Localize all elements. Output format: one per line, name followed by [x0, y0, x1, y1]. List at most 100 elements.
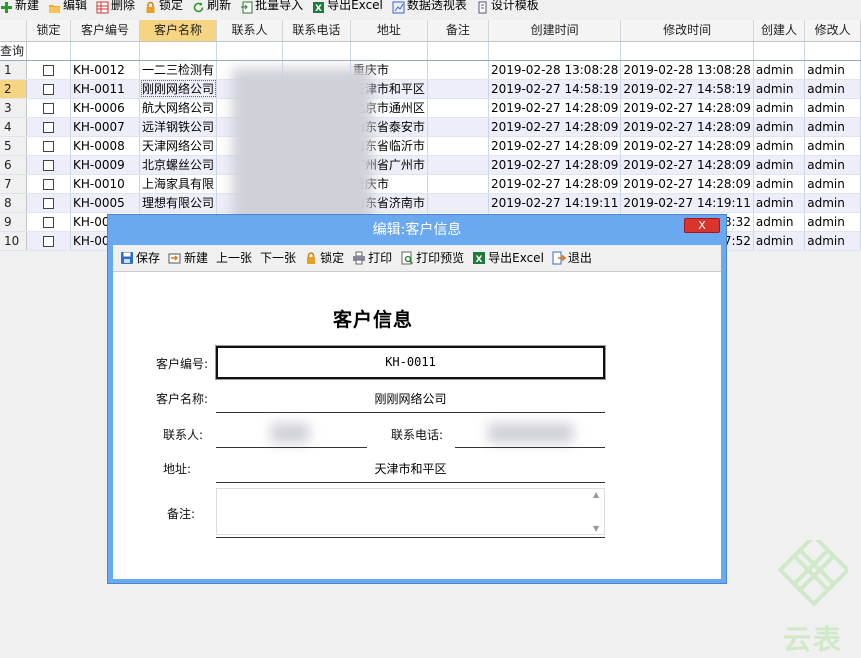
- save-button[interactable]: 保存: [120, 248, 160, 268]
- cell-creator[interactable]: admin: [753, 174, 806, 194]
- lock-cell[interactable]: [26, 136, 71, 156]
- cell-creator[interactable]: admin: [753, 98, 806, 118]
- cell-creator[interactable]: admin: [753, 231, 806, 251]
- lock-cell[interactable]: [26, 60, 71, 80]
- lock-checkbox[interactable]: [42, 197, 54, 209]
- cell-modifier[interactable]: admin: [804, 231, 861, 251]
- lock-cell[interactable]: [26, 79, 71, 99]
- cell-remark[interactable]: [427, 174, 489, 194]
- cell-creator[interactable]: admin: [753, 60, 806, 80]
- col-header-modifier[interactable]: 修改人: [804, 20, 861, 42]
- cell-name[interactable]: 北京螺丝公司: [139, 155, 218, 175]
- cell-modified[interactable]: 2019-02-27 14:28:09: [620, 117, 754, 137]
- cell-modifier[interactable]: admin: [804, 98, 861, 118]
- cell-creator[interactable]: admin: [753, 193, 806, 213]
- cell-name[interactable]: 理想有限公司: [139, 193, 218, 213]
- lock-button[interactable]: 锁定: [304, 248, 344, 268]
- col-header-contact[interactable]: 联系人: [216, 20, 283, 42]
- cell-modified[interactable]: 2019-02-27 14:28:09: [620, 174, 754, 194]
- cell-code[interactable]: KH-0011: [70, 79, 141, 99]
- query-cell[interactable]: [427, 41, 489, 61]
- query-cell[interactable]: [488, 41, 622, 61]
- cell-creator[interactable]: admin: [753, 79, 806, 99]
- address-value[interactable]: 天津市和平区: [216, 460, 605, 477]
- table-row[interactable]: 4 KH-0007 远洋钢铁公司 山东省泰安市 2019-02-27 14:28…: [0, 117, 861, 137]
- query-cell[interactable]: [70, 41, 141, 61]
- col-header-remark[interactable]: 备注: [427, 20, 489, 42]
- cell-code[interactable]: KH-0009: [70, 155, 141, 175]
- query-cell[interactable]: [753, 41, 806, 61]
- cell-created[interactable]: 2019-02-27 14:28:09: [488, 174, 622, 194]
- scroll-up-icon[interactable]: ▲: [593, 490, 602, 499]
- cell-created[interactable]: 2019-02-27 14:19:11: [488, 193, 622, 213]
- cell-code[interactable]: KH-0007: [70, 117, 141, 137]
- cell-remark[interactable]: [427, 60, 489, 80]
- cell-modified[interactable]: 2019-02-27 14:28:09: [620, 155, 754, 175]
- cell-code[interactable]: KH-0006: [70, 98, 141, 118]
- code-field[interactable]: KH-0011: [216, 346, 605, 379]
- new-button[interactable]: 新建: [168, 248, 208, 268]
- cell-created[interactable]: 2019-02-27 14:28:09: [488, 155, 622, 175]
- cell-remark[interactable]: [427, 136, 489, 156]
- cell-remark[interactable]: [427, 98, 489, 118]
- query-cell[interactable]: [139, 41, 218, 61]
- cell-name[interactable]: 远洋钢铁公司: [139, 117, 218, 137]
- new-button[interactable]: 新建: [0, 0, 39, 14]
- export-excel-button[interactable]: X 导出Excel: [472, 248, 544, 268]
- cell-code[interactable]: KH-0012: [70, 60, 141, 80]
- table-row[interactable]: 8 KH-0005 理想有限公司 山东省济南市 2019-02-27 14:19…: [0, 193, 861, 213]
- cell-remark[interactable]: [427, 155, 489, 175]
- table-row[interactable]: 1 KH-0012 一二三检测有 重庆市 2019-02-28 13:08:28…: [0, 60, 861, 80]
- col-header-code[interactable]: 客户编号: [70, 20, 141, 42]
- lock-cell[interactable]: [26, 193, 71, 213]
- cell-code[interactable]: KH-0008: [70, 136, 141, 156]
- close-button[interactable]: X: [684, 218, 720, 233]
- cell-created[interactable]: 2019-02-27 14:28:09: [488, 117, 622, 137]
- design-template-button[interactable]: 设计模板: [476, 0, 539, 14]
- lock-cell[interactable]: [26, 231, 71, 251]
- cell-modifier[interactable]: admin: [804, 60, 861, 80]
- table-row[interactable]: 3 KH-0006 航大网络公司 北京市通州区 2019-02-27 14:28…: [0, 98, 861, 118]
- cell-creator[interactable]: admin: [753, 212, 806, 232]
- lock-cell[interactable]: [26, 117, 71, 137]
- col-header-modified[interactable]: 修改时间: [620, 20, 754, 42]
- lock-checkbox[interactable]: [42, 159, 54, 171]
- scroll-down-icon[interactable]: ▼: [593, 524, 602, 533]
- exit-button[interactable]: 退出: [552, 248, 592, 268]
- print-button[interactable]: 打印: [352, 248, 392, 268]
- lock-checkbox[interactable]: [42, 64, 54, 76]
- lock-checkbox[interactable]: [42, 102, 54, 114]
- cell-name[interactable]: 上海家具有限: [139, 174, 218, 194]
- cell-modified[interactable]: 2019-02-28 13:08:28: [620, 60, 754, 80]
- table-row[interactable]: 6 KH-0009 北京螺丝公司 广州省广州市 2019-02-27 14:28…: [0, 155, 861, 175]
- cell-modifier[interactable]: admin: [804, 117, 861, 137]
- cell-modified[interactable]: 2019-02-27 14:28:09: [620, 136, 754, 156]
- col-header-address[interactable]: 地址: [350, 20, 428, 42]
- cell-remark[interactable]: [427, 79, 489, 99]
- table-row[interactable]: 5 KH-0008 天津网络公司 山东省临沂市 2019-02-27 14:28…: [0, 136, 861, 156]
- cell-remark[interactable]: [427, 117, 489, 137]
- table-row[interactable]: 2 KH-0011 刚刚网络公司 天津市和平区 2019-02-27 14:58…: [0, 79, 861, 99]
- lock-checkbox[interactable]: [42, 140, 54, 152]
- cell-modified[interactable]: 2019-02-27 14:19:11: [620, 193, 754, 213]
- cell-created[interactable]: 2019-02-27 14:58:19: [488, 79, 622, 99]
- next-button[interactable]: 下一张: [260, 248, 296, 268]
- col-header-creator[interactable]: 创建人: [753, 20, 806, 42]
- cell-modified[interactable]: 2019-02-27 14:58:19: [620, 79, 754, 99]
- cell-modifier[interactable]: admin: [804, 155, 861, 175]
- cell-name[interactable]: 天津网络公司: [139, 136, 218, 156]
- cell-modifier[interactable]: admin: [804, 212, 861, 232]
- cell-created[interactable]: 2019-02-27 14:28:09: [488, 136, 622, 156]
- lock-cell[interactable]: [26, 98, 71, 118]
- table-row[interactable]: 7 KH-0010 上海家具有限 重庆市 2019-02-27 14:28:09…: [0, 174, 861, 194]
- query-cell[interactable]: [804, 41, 861, 61]
- cell-name[interactable]: 一二三检测有: [139, 60, 218, 80]
- export-excel-button[interactable]: X 导出Excel: [312, 0, 383, 14]
- query-cell[interactable]: [26, 41, 71, 61]
- delete-button[interactable]: 删除: [96, 0, 135, 14]
- cell-code[interactable]: KH-0010: [70, 174, 141, 194]
- edit-button[interactable]: 编辑: [48, 0, 87, 14]
- query-cell[interactable]: [350, 41, 428, 61]
- cell-modifier[interactable]: admin: [804, 174, 861, 194]
- print-preview-button[interactable]: 打印预览: [400, 248, 464, 268]
